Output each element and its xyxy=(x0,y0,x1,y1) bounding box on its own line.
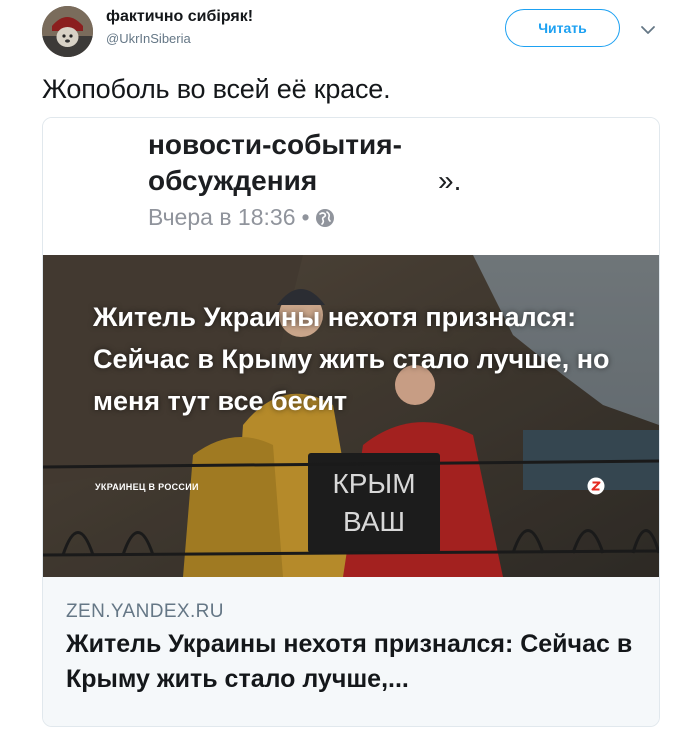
user-handle[interactable]: @UkrInSiberia xyxy=(106,31,253,46)
avatar[interactable] xyxy=(42,6,93,57)
display-name[interactable]: фактично сибіряк! xyxy=(106,8,253,26)
article-image[interactable]: КРЫМ ВАШ Житель Украины нехотя признался… xyxy=(43,255,659,577)
follow-button[interactable]: Читать xyxy=(505,9,620,47)
card-info[interactable]: ZEN.YANDEX.RU Житель Украины нехотя приз… xyxy=(43,577,659,726)
sign-line-1: КРЫМ xyxy=(332,468,415,499)
quoted-post-meta: Вчера в 18:36 • xyxy=(148,204,335,231)
avatar-image xyxy=(42,6,93,57)
card-domain: ZEN.YANDEX.RU xyxy=(66,601,224,622)
quoted-post: ━━━━━━━━━━━━━━━━━ новости-события-обсужд… xyxy=(43,118,659,255)
quoted-post-time: Вчера в 18:36 xyxy=(148,204,296,230)
quoted-post-text-main: новости-события-обсуждения xyxy=(148,129,402,196)
author-block[interactable]: фактично сибіряк! @UkrInSiberia xyxy=(106,8,253,46)
article-source: УКРАИНЕЦ В РОССИИ xyxy=(95,482,199,492)
zen-icon xyxy=(587,477,605,495)
globe-icon xyxy=(315,208,334,227)
quoted-post-text-tail: ». xyxy=(438,165,462,196)
link-card[interactable]: ━━━━━━━━━━━━━━━━━ новости-события-обсужд… xyxy=(42,117,660,727)
tweet-text: Жопоболь во всей её красе. xyxy=(42,74,391,104)
card-title[interactable]: Житель Украины нехотя признался: Сейчас … xyxy=(66,627,646,697)
sign-line-2: ВАШ xyxy=(343,506,405,537)
clipped-text-line: ━━━━━━━━━━━━━━━━━ xyxy=(148,118,435,127)
quoted-post-text: новости-события-обсуждения ». xyxy=(148,127,461,199)
chevron-down-icon[interactable] xyxy=(638,20,658,40)
article-headline: Житель Украины нехотя признался: Сейчас … xyxy=(93,302,610,416)
meta-separator: • xyxy=(301,204,310,230)
